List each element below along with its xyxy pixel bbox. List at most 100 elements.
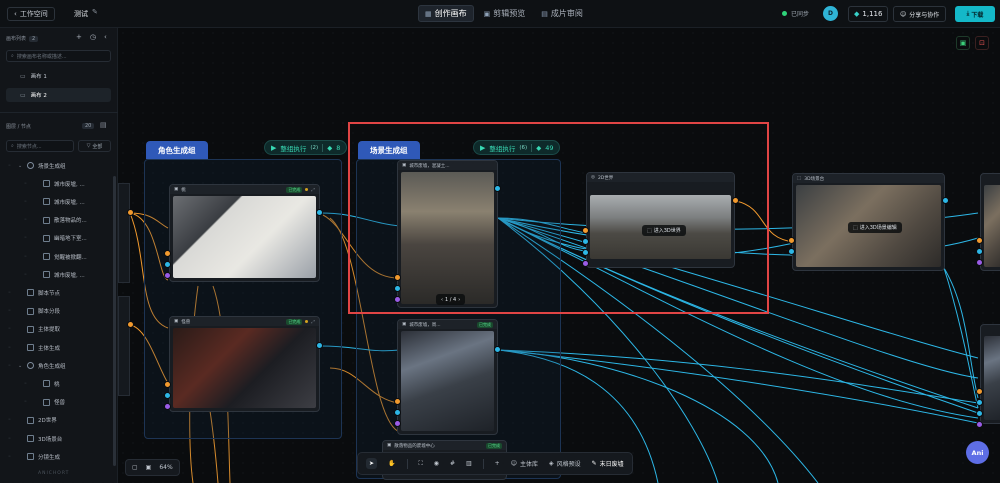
fullscreen-icon[interactable]: ⛶ — [419, 460, 423, 468]
visibility-icon[interactable]: ◦ — [8, 290, 14, 296]
output-port-blue[interactable] — [316, 209, 323, 216]
layer-tree-item[interactable]: ◦ 桃 — [24, 377, 60, 390]
layout-icon[interactable]: ▥ — [466, 460, 472, 467]
input-port-orange[interactable] — [394, 398, 401, 405]
input-port-purple[interactable] — [394, 420, 401, 427]
visibility-icon[interactable]: ◦ — [24, 181, 30, 187]
eye-icon[interactable]: ◉ — [434, 460, 439, 467]
visibility-icon[interactable]: ◦ — [8, 308, 14, 314]
layer-tree-item[interactable]: ◦ 主体提取 — [8, 323, 60, 336]
input-port-purple[interactable] — [164, 403, 171, 410]
partial-node-right[interactable] — [980, 324, 1000, 424]
layer-tree-item[interactable]: ◦ ⌄ 角色生成组 — [8, 359, 66, 372]
scene-3d-node[interactable]: ⬚ 3D场景台 ⬚ 进入3D场景编辑 — [792, 173, 945, 271]
input-port-purple[interactable] — [164, 272, 171, 279]
canvas-search-input[interactable]: ⌕ 搜索画布名称或描述... — [6, 50, 111, 62]
input-port-blue[interactable] — [976, 399, 983, 406]
input-port-blue[interactable] — [976, 410, 983, 417]
fit-view-icon[interactable]: ▢ — [132, 464, 138, 471]
collapse-icon[interactable]: ▤ — [100, 121, 107, 129]
plus-icon[interactable]: + — [76, 33, 82, 41]
download-button[interactable]: ⤓ 下载 — [955, 6, 995, 22]
collapsed-panel-handle[interactable] — [118, 296, 130, 396]
layer-tree-item[interactable]: ◦ ⌄ 场景生成组 — [8, 159, 66, 172]
canvas-item-1[interactable]: ▭ 画布 1 — [6, 69, 111, 83]
visibility-icon[interactable]: ◦ — [8, 417, 14, 423]
visibility-icon[interactable]: ◦ — [24, 254, 30, 260]
pencil-icon[interactable]: ✎ — [92, 8, 98, 16]
character-node-1[interactable]: ▣ 桃 已完成 ⤢ — [169, 184, 320, 282]
minimap-icon[interactable]: ▣ — [146, 464, 152, 471]
output-port-blue[interactable] — [494, 346, 501, 353]
layer-tree-item[interactable]: ◦ 幽暗地下室... — [24, 232, 87, 245]
input-port-orange[interactable] — [127, 321, 134, 328]
visibility-icon[interactable]: ◦ — [8, 345, 14, 351]
input-port-purple[interactable] — [976, 421, 983, 428]
character-node-2[interactable]: ▣ 怪兽 已完成 ⤢ — [169, 316, 320, 412]
input-port-orange[interactable] — [164, 250, 171, 257]
layer-tree-item[interactable]: ◦ 分镜生成 — [8, 450, 60, 463]
expand-icon[interactable]: ⤢ — [311, 319, 315, 325]
lock-icon[interactable]: ⊡ — [975, 36, 989, 50]
chevron-down-icon[interactable]: ⌄ — [18, 363, 23, 369]
visibility-icon[interactable]: ◦ — [24, 199, 30, 205]
collapsed-panel-handle[interactable] — [118, 183, 130, 283]
input-port-orange[interactable] — [788, 237, 795, 244]
back-to-workspace-button[interactable]: ‹ 工作空间 — [7, 7, 55, 21]
character-group-label[interactable]: 角色生成组 — [146, 141, 208, 159]
layer-tree-item[interactable]: ◦ 怪兽 — [24, 396, 65, 409]
hand-icon[interactable]: ✋ — [388, 460, 395, 467]
visibility-icon[interactable]: ◦ — [24, 235, 30, 241]
input-port-blue[interactable] — [976, 248, 983, 255]
layer-search-input[interactable]: ⌕ 搜索节点... — [6, 140, 74, 152]
expand-icon[interactable]: ⤢ — [311, 187, 315, 193]
theme-button[interactable]: ✎ 末日废墟 — [592, 459, 624, 468]
visibility-icon[interactable]: ◦ — [8, 436, 14, 442]
save-icon[interactable]: ▣ — [956, 36, 970, 50]
layer-tree-item[interactable]: ◦ 脚本节点 — [8, 286, 60, 299]
layer-filter-select[interactable]: ▽ 全部 — [78, 140, 111, 152]
input-port-purple[interactable] — [976, 259, 983, 266]
visibility-icon[interactable]: ◦ — [24, 399, 30, 405]
visibility-icon[interactable]: ◦ — [24, 272, 30, 278]
layer-tree-item[interactable]: ◦ 2D世界 — [8, 414, 57, 427]
subject-library-button[interactable]: ☺ 主体库 — [511, 459, 538, 468]
visibility-icon[interactable]: ◦ — [24, 381, 30, 387]
layer-tree-item[interactable]: ◦ 3D场景台 — [8, 432, 62, 445]
node-canvas[interactable]: 角色生成组 ▶ 整组执行 (2) ◆ 8 场景生成组 ▶ 整组执行 (6) ◆ … — [118, 28, 1000, 483]
grid-icon[interactable]: # — [450, 460, 455, 467]
scene-node-2[interactable]: ▣ 城市废墟，周... 已完成 — [397, 319, 498, 435]
layer-tree-item[interactable]: ◦ 城市废墟, ... — [24, 195, 85, 208]
input-port-blue[interactable] — [164, 392, 171, 399]
character-group-run-button[interactable]: ▶ 整组执行 (2) ◆ 8 — [264, 140, 348, 155]
partial-node-right[interactable] — [980, 173, 1000, 271]
chevron-down-icon[interactable]: ⌄ — [18, 163, 23, 169]
pointer-icon[interactable]: ➤ — [366, 458, 378, 469]
tab-canvas[interactable]: ▦ 创作画布 — [418, 5, 474, 22]
input-port-orange[interactable] — [976, 388, 983, 395]
input-port-orange[interactable] — [976, 237, 983, 244]
style-preset-button[interactable]: ◈ 风格预设 — [549, 459, 581, 468]
add-node-icon[interactable]: + — [495, 460, 500, 467]
layer-tree-item[interactable]: ◦ 脚本分段 — [8, 305, 60, 318]
credits-badge[interactable]: ◆ 1,116 — [848, 6, 889, 22]
layer-tree-item[interactable]: ◦ 散落物品的... — [24, 214, 87, 227]
visibility-icon[interactable]: ◦ — [8, 163, 14, 169]
tab-edit-preview[interactable]: ▣ 剪辑预览 — [478, 5, 532, 22]
input-port-orange[interactable] — [127, 209, 134, 216]
chevron-left-icon[interactable]: ‹ — [104, 33, 107, 41]
layer-tree-item[interactable]: ◦ 主体生成 — [8, 341, 60, 354]
visibility-icon[interactable]: ◦ — [24, 217, 30, 223]
output-port-blue[interactable] — [316, 342, 323, 349]
input-port-blue[interactable] — [788, 248, 795, 255]
sidebar-scrollbar[interactable] — [113, 176, 116, 466]
output-port-blue[interactable] — [942, 197, 949, 204]
tab-review[interactable]: ▤ 成片审阅 — [535, 5, 589, 22]
share-button[interactable]: ☺ 分享与协作 — [893, 6, 947, 22]
zoom-level[interactable]: 64% — [159, 464, 172, 471]
history-icon[interactable]: ◷ — [90, 33, 96, 41]
input-port-blue[interactable] — [394, 409, 401, 416]
layer-tree-item[interactable]: ◦ 觉醒被掀翻... — [24, 250, 87, 263]
enter-3d-edit-button[interactable]: ⬚ 进入3D场景编辑 — [848, 222, 902, 233]
visibility-icon[interactable]: ◦ — [8, 363, 14, 369]
